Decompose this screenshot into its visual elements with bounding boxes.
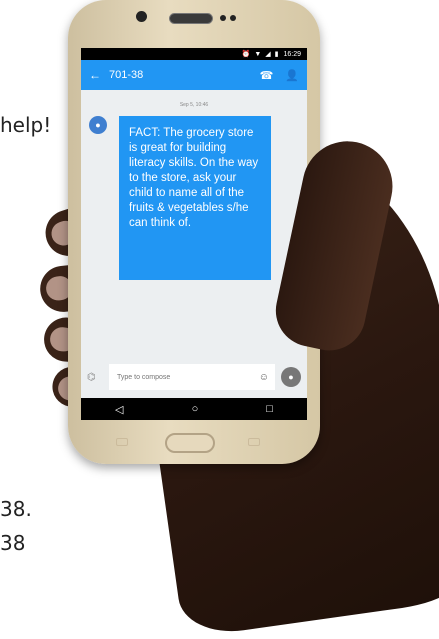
contact-icon[interactable]: 👤 bbox=[285, 69, 299, 82]
background-text-38-line2: 38 bbox=[0, 531, 26, 555]
soft-key-right[interactable] bbox=[248, 438, 260, 446]
status-icons: ⏰ ▼ ◢ ▮ bbox=[241, 51, 280, 58]
status-bar: ⏰ ▼ ◢ ▮ 16:29 bbox=[81, 48, 307, 60]
message-bubble[interactable]: FACT: The grocery store is great for bui… bbox=[119, 116, 271, 280]
nav-recents-icon[interactable]: □ bbox=[266, 403, 273, 415]
send-as-avatar-icon[interactable]: ● bbox=[281, 367, 301, 387]
compose-input[interactable] bbox=[115, 372, 259, 382]
sensor bbox=[230, 15, 236, 21]
status-time: 16:29 bbox=[283, 50, 301, 58]
nav-home-icon[interactable]: ○ bbox=[192, 403, 199, 415]
sender-avatar-icon: ● bbox=[89, 116, 107, 134]
background-text-help: help! bbox=[0, 113, 52, 137]
navigation-bar: ◁ ○ □ bbox=[81, 398, 307, 420]
compose-bar: ⌬ ☺ ● bbox=[81, 356, 307, 398]
hardware-home-button[interactable] bbox=[165, 433, 215, 453]
back-arrow-icon[interactable]: ← bbox=[89, 68, 101, 82]
app-bar: ← 701-38 ☎ 👤 bbox=[81, 60, 307, 90]
compose-field[interactable]: ☺ bbox=[109, 364, 275, 390]
conversation-title: 701-38 bbox=[109, 69, 144, 81]
phone-screen: ⏰ ▼ ◢ ▮ 16:29 ← 701-38 ☎ 👤 Sep 5, 10:46 … bbox=[81, 48, 307, 398]
front-camera bbox=[136, 11, 147, 22]
nav-back-icon[interactable]: ◁ bbox=[115, 403, 123, 416]
attachment-icon[interactable]: ⌬ bbox=[87, 372, 103, 383]
phone-device: ⏰ ▼ ◢ ▮ 16:29 ← 701-38 ☎ 👤 Sep 5, 10:46 … bbox=[68, 0, 320, 464]
emoji-icon[interactable]: ☺ bbox=[259, 372, 269, 383]
earpiece-speaker bbox=[169, 13, 213, 24]
background-text-38-line1: 38. bbox=[0, 497, 32, 521]
sensor bbox=[220, 15, 226, 21]
message-date: Sep 5, 10:46 bbox=[179, 102, 209, 108]
phone-call-icon[interactable]: ☎ bbox=[260, 69, 274, 82]
soft-key-left[interactable] bbox=[116, 438, 128, 446]
